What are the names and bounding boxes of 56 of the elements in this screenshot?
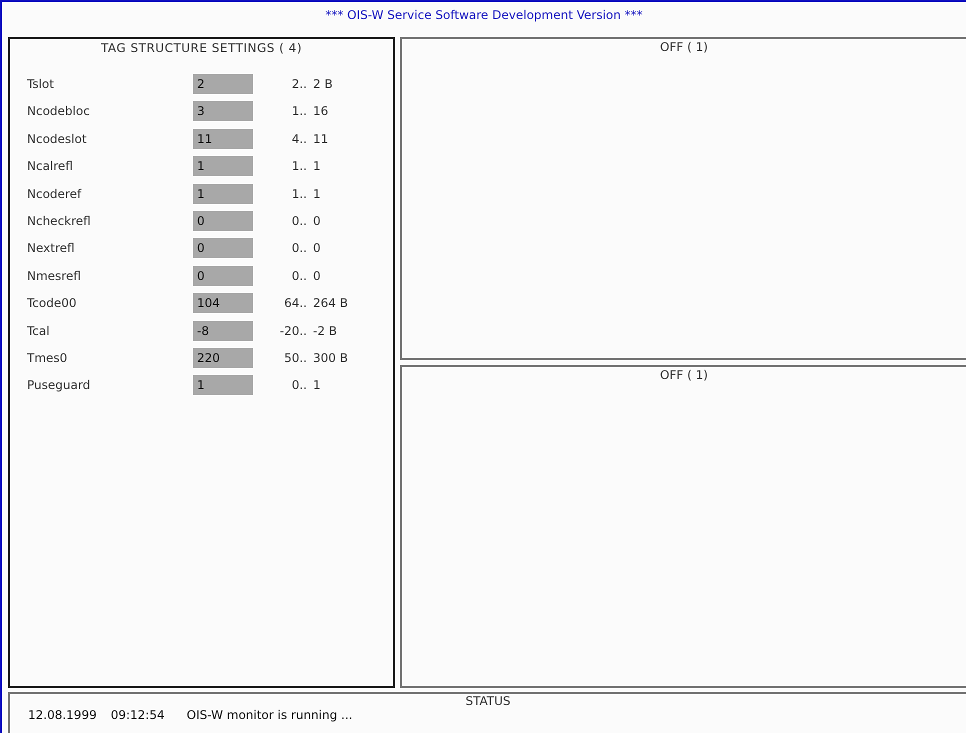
value-field[interactable]: 0: [193, 210, 253, 231]
value-field[interactable]: 3: [193, 101, 253, 122]
range-max: 1: [313, 186, 322, 201]
status-title: STATUS: [464, 694, 512, 708]
setting-label: Ncalrefl: [27, 159, 74, 174]
range-min: 0..: [290, 268, 308, 283]
range-max: 1: [313, 159, 322, 174]
range-max: 1: [313, 378, 322, 392]
range-max: 11: [313, 132, 330, 146]
range-max: -2 B: [313, 324, 338, 338]
value-field[interactable]: 2: [193, 74, 253, 94]
range-min: 0..: [290, 378, 308, 392]
setting-label: Ncodebloc: [27, 104, 91, 118]
window-title: *** OIS-W Service Software Development Version ***: [325, 8, 643, 22]
value-field[interactable]: 11: [193, 128, 253, 149]
setting-label: Tcal: [27, 324, 51, 338]
value-field[interactable]: -8: [193, 320, 253, 341]
value-field[interactable]: 0: [193, 238, 253, 258]
setting-label: Tslot: [27, 77, 55, 91]
status-date: 12.08.1999: [28, 708, 97, 722]
panel-title: TAG STRUCTURE SETTINGS ( 4): [100, 41, 303, 55]
range-max: 16: [313, 104, 330, 118]
range-min: 0..: [290, 241, 308, 256]
setting-label: Ncheckrefl: [27, 214, 92, 228]
status-time: 09:12:54: [110, 708, 165, 722]
setting-label: Nmesrefl: [27, 268, 82, 283]
range-max: 264 B: [313, 296, 349, 310]
setting-label: Nextrefl: [27, 241, 76, 256]
setting-label: Tcode00: [27, 296, 78, 310]
status-message: OIS-W monitor is running ...: [186, 708, 352, 722]
range-max: 0: [313, 268, 322, 283]
value-field[interactable]: 1: [193, 156, 253, 176]
range-max: 300 B: [313, 350, 349, 365]
range-min: 4..: [290, 132, 308, 146]
value-field[interactable]: 0: [193, 266, 253, 286]
setting-label: Ncodeslot: [27, 132, 88, 146]
range-min: 50..: [283, 350, 308, 365]
value-field[interactable]: 220: [193, 348, 253, 368]
value-field[interactable]: 1: [193, 184, 253, 204]
range-min: 1..: [290, 186, 308, 201]
range-min: 2..: [290, 77, 308, 91]
panel-title: OFF ( 1): [660, 368, 708, 384]
range-max: 0: [313, 214, 322, 228]
setting-label: Ncoderef: [27, 186, 82, 201]
range-min: 64..: [283, 296, 308, 310]
range-min: 0..: [290, 214, 308, 228]
range-max: 0: [313, 241, 322, 256]
setting-label: Tmes0: [27, 350, 68, 365]
range-min: 1..: [290, 104, 308, 118]
range-min: -20..: [278, 324, 308, 338]
range-min: 1..: [290, 159, 308, 174]
value-field[interactable]: 1: [193, 375, 253, 396]
value-field[interactable]: 104: [193, 293, 253, 314]
setting-label: Puseguard: [27, 378, 92, 392]
panel-title: OFF ( 1): [660, 40, 708, 56]
range-max: 2 B: [313, 77, 334, 91]
